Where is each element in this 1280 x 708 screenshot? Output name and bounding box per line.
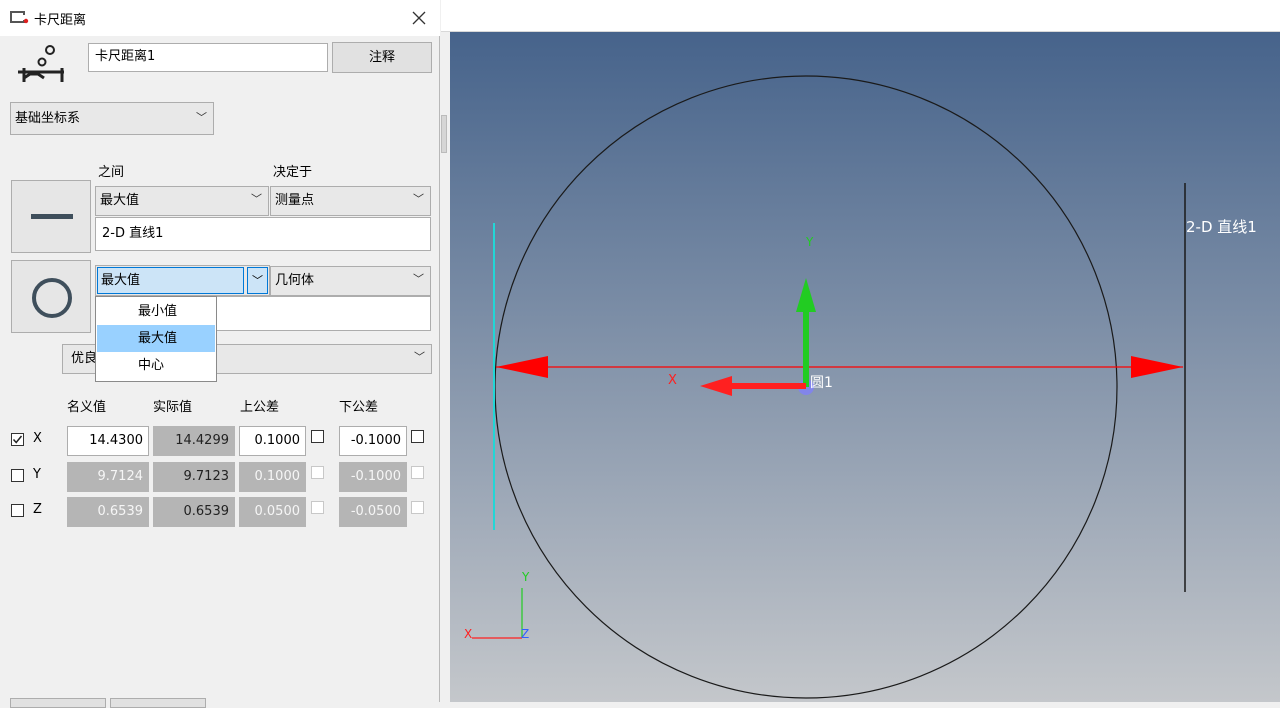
y-lower-tol-checkbox[interactable] (411, 466, 424, 479)
header-upper-tol: 上公差 (240, 400, 280, 415)
coord-system-value: 基础坐标系 (15, 111, 81, 126)
header-actual: 实际值 (153, 400, 193, 415)
y-lower-tol-input[interactable]: -0.1000 (339, 462, 407, 492)
feature1-name-field[interactable]: 2-D 直线1 (95, 217, 431, 251)
caliper-app-icon (10, 11, 29, 24)
header-lower-tol: 下公差 (339, 400, 379, 415)
dimension-arrow-right (1131, 356, 1183, 378)
dropdown-option-max[interactable]: 最大值 (97, 325, 215, 352)
determined-by-header: 决定于 (273, 165, 313, 180)
feature2-determined-select[interactable]: 几何体 ﹀ (270, 266, 431, 296)
x-upper-tol-input[interactable]: 0.1000 (239, 426, 306, 456)
z-upper-tol-input[interactable]: 0.0500 (239, 497, 306, 527)
caliper-distance-dialog: 卡尺距离 卡尺距离1 注释 基础坐标系 ﹀ 之间 决定于 最大值 ﹀ 测量点 ﹀… (0, 0, 440, 708)
dropdown-option-min[interactable]: 最小值 (97, 298, 215, 325)
annotation-button-label: 注释 (368, 50, 395, 65)
z-upper-tol-checkbox[interactable] (311, 501, 324, 514)
chevron-down-icon: ﹀ (413, 192, 424, 206)
feature1-determined-value: 测量点 (275, 193, 315, 208)
z-nominal-input[interactable]: 0.6539 (67, 497, 149, 527)
caliper-distance-icon (18, 45, 64, 82)
x-lower-tol-checkbox[interactable] (411, 430, 424, 443)
chevron-down-icon: ﹀ (252, 274, 263, 287)
quality-value: 优良 (71, 351, 98, 366)
line-feature-label: 2-D 直线1 (1186, 218, 1257, 236)
chevron-down-icon: ﹀ (251, 192, 262, 206)
between-dropdown-list: 最小值 最大值 中心 (95, 296, 217, 382)
z-actual-value: 0.6539 (153, 497, 235, 527)
name-input[interactable]: 卡尺距离1 (88, 43, 328, 72)
checkmark-icon (12, 435, 23, 444)
feature1-determined-select[interactable]: 测量点 ﹀ (270, 186, 431, 216)
y-actual-value: 9.7123 (153, 462, 235, 492)
center-y-axis-label: Y (806, 235, 814, 249)
z-lower-tol-checkbox[interactable] (411, 501, 424, 514)
feature2-between-value: 最大值 (101, 273, 141, 288)
y-upper-tol-input[interactable]: 0.1000 (239, 462, 306, 492)
axis-y-checkbox[interactable] (11, 469, 24, 482)
x-upper-tol-checkbox[interactable] (311, 430, 324, 443)
corner-x-axis-label: X (464, 627, 473, 641)
feature2-dropdown-button[interactable]: ﹀ (247, 267, 268, 294)
dimension-arrow-left (496, 356, 548, 378)
chevron-down-icon: ﹀ (414, 350, 425, 364)
dialog-title: 卡尺距离 (34, 13, 87, 28)
x-nominal-input[interactable]: 14.4300 (67, 426, 149, 456)
chevron-down-icon: ﹀ (413, 272, 424, 286)
feature2-between-display: 最大值 (97, 267, 244, 294)
corner-y-axis-label: Y (522, 570, 530, 584)
between-header: 之间 (98, 165, 125, 180)
title-bar: 卡尺距离 (0, 0, 440, 36)
x-axis-arrowhead (700, 376, 732, 396)
app-toolbar-strip (441, 0, 1280, 32)
z-lower-tol-input[interactable]: -0.0500 (339, 497, 407, 527)
bottom-button-left[interactable] (10, 698, 106, 708)
graphics-viewport[interactable]: 2-D 直线1 圆1 Y X Y X Z (450, 32, 1280, 702)
close-icon[interactable] (411, 10, 427, 26)
axis-z-label: Z (33, 502, 42, 517)
circle-feature-icon (32, 278, 72, 318)
splitter-tab[interactable] (441, 115, 447, 153)
header-nominal: 名义值 (67, 400, 107, 415)
feature2-circle-button[interactable] (11, 260, 91, 333)
corner-z-axis-label: Z (521, 627, 530, 641)
feature2-between-select[interactable]: 最大值 ﹀ (95, 265, 270, 296)
feature1-between-value: 最大值 (100, 193, 140, 208)
center-x-axis-label: X (668, 373, 677, 388)
y-nominal-input[interactable]: 9.7124 (67, 462, 149, 492)
circle-feature-label: 圆1 (810, 375, 833, 391)
dropdown-option-center[interactable]: 中心 (97, 352, 215, 379)
viewport-canvas[interactable] (450, 32, 1280, 702)
feature1-between-select[interactable]: 最大值 ﹀ (95, 186, 269, 216)
annotation-button[interactable]: 注释 (332, 42, 432, 73)
bottom-button-right[interactable] (110, 698, 206, 708)
feature2-determined-value: 几何体 (275, 273, 315, 288)
axis-x-checkbox[interactable] (11, 433, 24, 446)
dropdown-option-label: 中心 (138, 358, 165, 373)
x-lower-tol-input[interactable]: -0.1000 (339, 426, 407, 456)
axis-z-checkbox[interactable] (11, 504, 24, 517)
dropdown-option-label: 最大值 (138, 331, 178, 346)
chevron-down-icon: ﹀ (196, 110, 207, 124)
axis-y-label: Y (33, 467, 41, 482)
line-feature-icon (31, 214, 73, 219)
dropdown-option-label: 最小值 (138, 304, 178, 319)
feature1-line-button[interactable] (11, 180, 91, 253)
y-upper-tol-checkbox[interactable] (311, 466, 324, 479)
axis-x-label: X (33, 431, 42, 446)
coord-system-select[interactable]: 基础坐标系 ﹀ (10, 102, 214, 135)
y-axis-arrowhead (796, 278, 816, 312)
x-actual-value: 14.4299 (153, 426, 235, 456)
